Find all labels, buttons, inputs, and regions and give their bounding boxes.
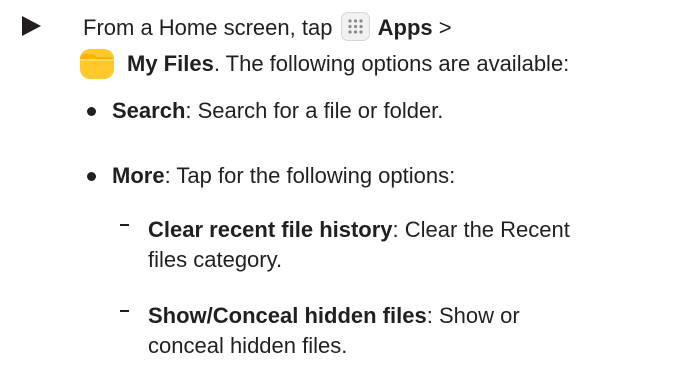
sub-dash: [120, 224, 129, 226]
sub-item-description: : Clear the Recent: [392, 217, 570, 242]
step-arrow-icon: [22, 16, 41, 36]
my-files-label: My Files: [127, 51, 214, 76]
step-line-2: My Files. The following options are avai…: [80, 46, 570, 82]
sub-item-description: : Show or: [426, 303, 520, 328]
bullet-text: More: Tap for the following options:: [112, 158, 455, 194]
sub-item-line-1: Show/Conceal hidden files: Show or: [148, 301, 520, 331]
sub-item-line-1: Clear recent file history: Clear the Rec…: [148, 215, 570, 245]
sub-item-text: Show/Conceal hidden files: Show or conce…: [148, 301, 520, 361]
bullet-term: More: [112, 163, 165, 188]
bullet-term: Search: [112, 98, 186, 123]
bullet-dot: [87, 107, 96, 116]
step-line-1: From a Home screen, tap Apps >: [83, 10, 569, 46]
sub-dash: [120, 310, 129, 312]
apps-label: Apps: [377, 15, 433, 40]
sub-item-term: Clear recent file history: [148, 217, 393, 242]
step-suffix: . The following options are available:: [213, 51, 570, 76]
step-text: From a Home screen, tap Apps > My Files.…: [80, 10, 570, 82]
sub-item-text: Clear recent file history: Clear the Rec…: [148, 215, 570, 275]
bullet-text: Search: Search for a file or folder.: [112, 93, 443, 129]
sub-item-line-2: conceal hidden files.: [148, 333, 348, 358]
step-separator: >: [432, 15, 452, 40]
apps-grid-icon: [340, 12, 370, 41]
step-prefix: From a Home screen, tap: [83, 15, 339, 40]
bullet-description: : Tap for the following options:: [164, 163, 456, 188]
my-files-folder-icon: [79, 48, 115, 80]
sub-item-term: Show/Conceal hidden files: [148, 303, 427, 328]
sub-item-line-2: files category.: [148, 247, 283, 272]
bullet-description: : Search for a file or folder.: [185, 98, 444, 123]
bullet-dot: [87, 172, 96, 181]
